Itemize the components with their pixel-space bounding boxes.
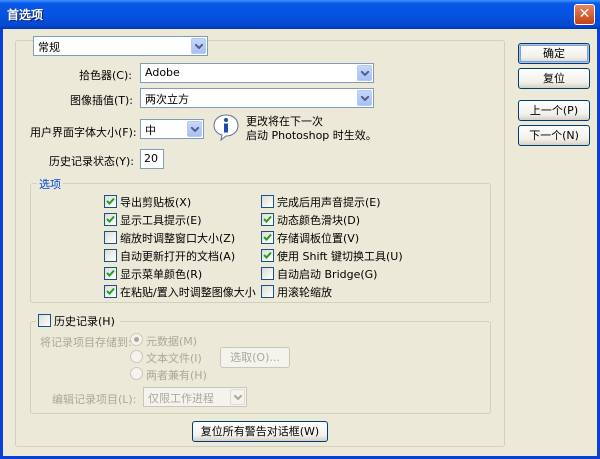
edit-log-items-select[interactable]: 仅限工作进程: [143, 387, 247, 407]
shift-tool-switch-checkbox[interactable]: [261, 249, 274, 262]
close-button[interactable]: ✕: [574, 4, 595, 25]
zoom-resize-checkbox[interactable]: [104, 231, 117, 244]
auto-update-docs-label[interactable]: 自动更新打开的文档(A): [120, 248, 235, 264]
next-button[interactable]: 下一个(N): [518, 125, 590, 146]
resize-on-paste-label[interactable]: 在粘贴/置入时调整图像大小: [120, 284, 256, 300]
auto-launch-bridge-checkbox[interactable]: [261, 267, 274, 280]
dynamic-sliders-label[interactable]: 动态颜色滑块(D): [277, 212, 360, 228]
color-picker-value: Adobe: [145, 66, 180, 79]
show-tooltips-label[interactable]: 显示工具提示(E): [120, 212, 202, 228]
color-picker-label: 拾色器(C):: [79, 69, 132, 82]
show-tooltips-checkbox[interactable]: [104, 213, 117, 226]
history-states-label: 历史记录状态(Y):: [49, 155, 135, 168]
zoom-resize-label[interactable]: 缩放时调整窗口大小(Z): [120, 230, 235, 246]
font-size-select[interactable]: 中: [140, 119, 204, 139]
color-picker-select[interactable]: Adobe: [140, 63, 374, 83]
radio-textfile[interactable]: [130, 350, 143, 363]
chevron-down-icon: [187, 121, 202, 137]
shift-tool-switch-label[interactable]: 使用 Shift 键切换工具(U): [277, 248, 403, 264]
beep-when-done-label[interactable]: 完成后用声音提示(E): [277, 194, 381, 210]
export-clipboard-label[interactable]: 导出剪贴板(X): [120, 194, 191, 210]
beep-when-done-checkbox[interactable]: [261, 195, 274, 208]
scroll-wheel-zoom-label[interactable]: 用滚轮缩放: [277, 284, 332, 300]
radio-selected-dot: [134, 337, 139, 342]
scroll-wheel-zoom-checkbox[interactable]: [261, 285, 274, 298]
save-log-to-label: 将记录项目存储到:: [40, 336, 132, 349]
resize-on-paste-checkbox[interactable]: [104, 285, 117, 298]
edit-log-items-value: 仅限工作进程: [148, 392, 214, 405]
chevron-down-icon: [357, 65, 372, 81]
ok-button[interactable]: 确定: [518, 43, 590, 64]
choose-file-button[interactable]: 选取(O)...: [220, 347, 290, 368]
save-palette-locations-checkbox[interactable]: [261, 231, 274, 244]
radio-both-label[interactable]: 两者兼有(H): [146, 367, 207, 383]
options-group-title: 选项: [37, 176, 63, 192]
font-size-label: 用户界面字体大小(F):: [30, 126, 137, 139]
radio-metadata-label[interactable]: 元数据(M): [146, 333, 197, 349]
window-title: 首选项: [7, 8, 44, 22]
history-log-label[interactable]: 历史记录(H): [54, 313, 115, 329]
chevron-down-icon: [357, 90, 372, 106]
menu-colors-checkbox[interactable]: [104, 267, 117, 280]
reset-all-warnings-button[interactable]: 复位所有警告对话框(W): [192, 421, 328, 442]
chevron-down-icon: [191, 38, 206, 54]
dynamic-sliders-checkbox[interactable]: [261, 213, 274, 226]
interpolation-label: 图像插值(T):: [70, 94, 134, 107]
info-note-line2: 启动 Photoshop 时生效。: [246, 129, 377, 142]
section-select[interactable]: 常规: [33, 36, 208, 56]
radio-both[interactable]: [130, 367, 143, 380]
reset-button[interactable]: 复位: [518, 68, 590, 89]
preferences-dialog: 首选项 ✕ 常规 拾色器(C): Adobe 图像插值(T): 两次立方 用户界…: [0, 0, 600, 459]
auto-launch-bridge-label[interactable]: 自动启动 Bridge(G): [277, 266, 377, 282]
title-bar[interactable]: 首选项 ✕: [0, 0, 600, 29]
info-icon: [212, 113, 240, 142]
history-states-input[interactable]: 20: [140, 149, 164, 169]
menu-colors-label[interactable]: 显示菜单颜色(R): [120, 266, 202, 282]
auto-update-docs-checkbox[interactable]: [104, 249, 117, 262]
edit-log-items-label: 编辑记录项目(L):: [52, 393, 137, 406]
interpolation-select[interactable]: 两次立方: [140, 88, 374, 108]
chevron-down-icon: [230, 389, 245, 405]
font-size-value: 中: [145, 124, 156, 137]
prev-button[interactable]: 上一个(P): [518, 100, 590, 121]
radio-textfile-label[interactable]: 文本文件(I): [146, 350, 202, 366]
save-palette-locations-label[interactable]: 存储调板位置(V): [277, 230, 359, 246]
history-log-checkbox[interactable]: [38, 314, 51, 327]
section-select-value: 常规: [38, 41, 60, 54]
radio-metadata[interactable]: [130, 333, 143, 346]
export-clipboard-checkbox[interactable]: [104, 195, 117, 208]
interpolation-value: 两次立方: [145, 93, 189, 106]
